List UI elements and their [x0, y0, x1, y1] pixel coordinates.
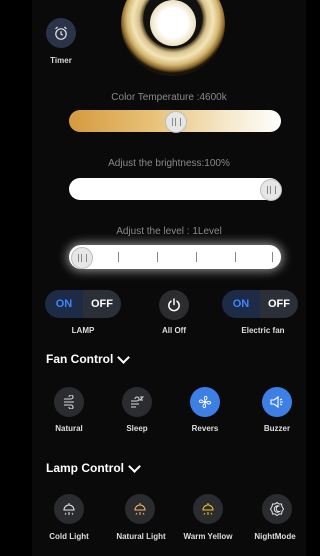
fan-mode-natural-button[interactable] [54, 387, 84, 417]
lamp-control-header[interactable]: Lamp Control [46, 459, 141, 475]
brightness-slider[interactable] [69, 178, 282, 201]
all-off-button[interactable] [159, 290, 189, 320]
lamp-off-button[interactable]: OFF [83, 290, 121, 318]
chevron-down-icon [117, 350, 131, 364]
brightness-caption: Adjust the brightness:100% [108, 158, 230, 169]
lamp-mode-natural-light-label: Natural Light [116, 532, 166, 541]
electric-fan-toggle[interactable]: ON OFF [222, 290, 298, 318]
level-slider[interactable] [69, 245, 281, 269]
sleep-wind-icon [131, 396, 144, 408]
lamp-mode-warm-yellow-label: Warm Yellow [183, 532, 233, 541]
level-tick [157, 252, 158, 262]
lamp-toggle[interactable]: ON OFF [45, 290, 121, 318]
color-temperature-slider-knob[interactable] [165, 111, 187, 133]
lamp-control-title: Lamp Control [46, 461, 124, 475]
buzzer-button[interactable] [262, 387, 292, 417]
alarm-clock-icon [55, 26, 67, 40]
lamp-icon [63, 503, 75, 515]
app-screen: Timer Color Temperature :4600k Adjust th… [32, 0, 306, 556]
fan-mode-natural-label: Natural [55, 424, 83, 433]
fan-on-button[interactable]: ON [222, 290, 260, 318]
lamp-mode-night-mode-label: NightMode [254, 532, 296, 541]
lamp-mode-natural-light-button[interactable] [125, 494, 155, 524]
level-tick [235, 252, 236, 262]
buzzer-label: Buzzer [263, 424, 291, 433]
fan-control-header[interactable]: Fan Control [46, 350, 131, 366]
lamp-mode-cold-light-label: Cold Light [49, 532, 89, 541]
level-caption: Adjust the level : 1Level [116, 226, 222, 237]
timer-button[interactable] [46, 18, 76, 48]
lamp-icon [202, 503, 214, 515]
brightness-slider-knob[interactable] [260, 179, 282, 201]
lamp-mode-night-mode-button[interactable] [262, 494, 292, 524]
lamp-on-button[interactable]: ON [45, 290, 83, 318]
level-tick [272, 252, 273, 262]
level-slider-knob[interactable] [71, 247, 93, 269]
timer-label: Timer [50, 56, 72, 65]
color-temperature-slider[interactable] [69, 110, 281, 133]
lamp-mode-warm-yellow-button[interactable] [193, 494, 223, 524]
level-tick [196, 252, 197, 262]
electric-fan-label: Electric fan [241, 326, 285, 335]
wind-icon [64, 395, 74, 409]
fan-off-button[interactable]: OFF [260, 290, 298, 318]
fan-mode-sleep-button[interactable] [122, 387, 152, 417]
speaker-icon [270, 395, 283, 409]
lamp-icon [134, 503, 146, 515]
night-mode-icon [269, 501, 285, 517]
all-off-label: All Off [162, 326, 186, 335]
color-temperature-caption: Color Temperature :4600k [111, 92, 227, 103]
lamp-preview-light [150, 0, 196, 46]
lamp-mode-cold-light-button[interactable] [54, 494, 84, 524]
power-icon [168, 298, 180, 312]
fan-mode-revers-label: Revers [191, 424, 219, 433]
fan-control-title: Fan Control [46, 352, 114, 366]
chevron-down-icon [128, 459, 141, 473]
lamp-toggle-label: LAMP [71, 326, 95, 335]
fan-mode-sleep-label: Sleep [126, 424, 148, 433]
level-tick [118, 252, 119, 262]
fan-icon [198, 395, 212, 409]
fan-mode-revers-button[interactable] [190, 387, 220, 417]
